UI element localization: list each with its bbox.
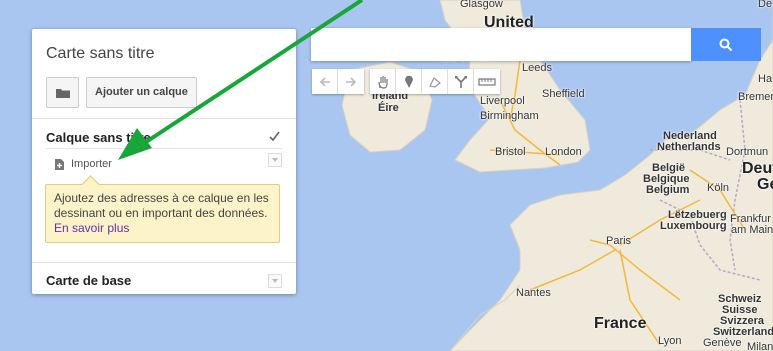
annotation-arrow [118, 0, 364, 160]
